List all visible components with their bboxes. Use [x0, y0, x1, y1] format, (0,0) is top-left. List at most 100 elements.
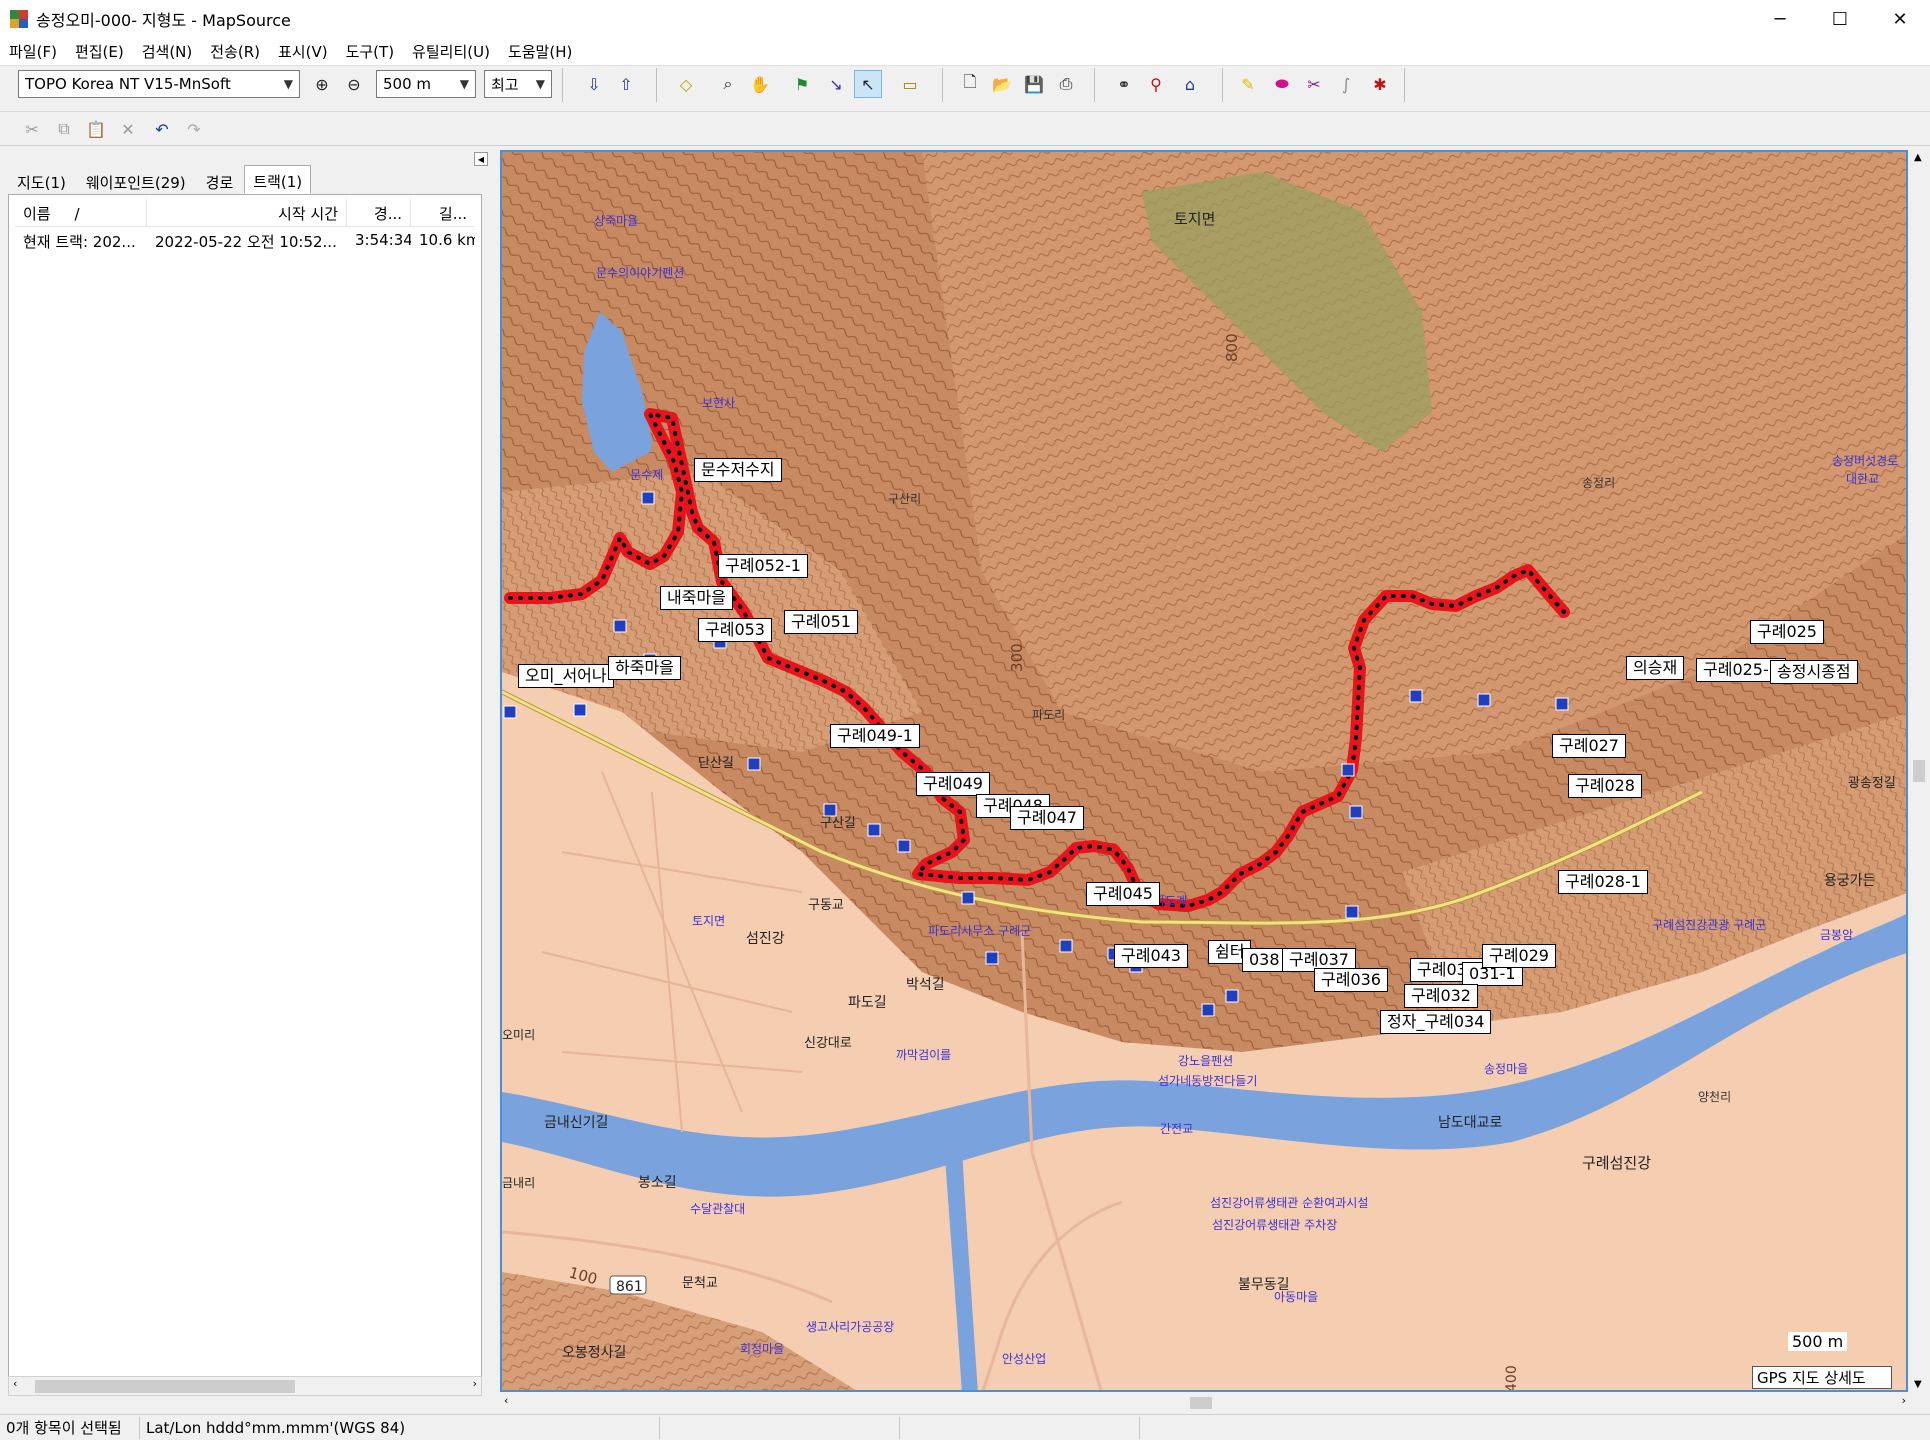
waypoint-label[interactable]: 구례049-1: [830, 724, 920, 748]
scroll-up-icon[interactable]: ▲: [1914, 152, 1922, 163]
waypoint-label[interactable]: 구례027: [1552, 734, 1626, 758]
menu-search[interactable]: 검색(N): [133, 41, 202, 62]
save-disk-icon[interactable]: 💾: [1020, 70, 1048, 98]
tab-maps[interactable]: 지도(1): [8, 168, 75, 194]
waypoint-label[interactable]: 구례043: [1114, 944, 1188, 968]
waypoint-label[interactable]: 구례029: [1482, 944, 1556, 968]
distance-ruler-icon[interactable]: ▭: [896, 70, 924, 98]
place-label: 강노을펜션: [1178, 1054, 1234, 1068]
waypoint-label[interactable]: 구례032: [1404, 984, 1478, 1008]
waypoint-label[interactable]: 구례051: [784, 610, 858, 634]
scroll-right-icon[interactable]: ›: [473, 1377, 477, 1390]
map-detail-label: GPS 지도 상세도: [1752, 1366, 1892, 1389]
cut-icon[interactable]: ✂: [18, 115, 46, 143]
maximize-button[interactable]: ☐: [1810, 0, 1870, 38]
chevron-down-icon: ▼: [283, 77, 293, 91]
place-label: 섬가네동방전다들기: [1158, 1074, 1258, 1088]
waypoint-label[interactable]: 의승재: [1626, 656, 1685, 680]
divide-track-icon[interactable]: ✂: [1300, 70, 1328, 98]
route-tool-icon[interactable]: ↘: [822, 70, 850, 98]
column-start-time[interactable]: 시작 시간: [147, 199, 347, 226]
menu-file[interactable]: 파일(F): [0, 41, 66, 62]
menu-tools[interactable]: 도구(T): [337, 41, 403, 62]
scroll-thumb[interactable]: [35, 1380, 295, 1393]
open-folder-icon[interactable]: 📂: [988, 70, 1016, 98]
send-to-device-icon[interactable]: ⇧: [612, 70, 640, 98]
zoom-out-icon[interactable]: ⊖: [340, 70, 368, 98]
waypoint-label[interactable]: 정자_구례034: [1380, 1010, 1492, 1034]
place-label: 금내신기길: [544, 1115, 609, 1131]
map-select-tool-icon[interactable]: ◇: [672, 70, 700, 98]
paste-icon[interactable]: 📋: [82, 115, 110, 143]
place-label: 구례섬진강관광 구례군: [1652, 918, 1767, 932]
waypoint-label[interactable]: 구례036: [1314, 968, 1388, 992]
map-horizontal-scrollbar[interactable]: ‹ ›: [500, 1394, 1910, 1412]
column-name[interactable]: 이름 /: [15, 199, 147, 226]
eraser-icon[interactable]: ⬬: [1268, 70, 1296, 98]
zoom-scale-select[interactable]: 500 m ▼: [376, 70, 476, 98]
scroll-thumb[interactable]: [1913, 760, 1925, 782]
find-address-icon[interactable]: ⌂: [1176, 70, 1204, 98]
copy-icon[interactable]: ⧉: [50, 115, 78, 143]
waypoint-label[interactable]: 내죽마을: [660, 586, 733, 610]
menu-view[interactable]: 표시(V): [269, 41, 337, 62]
waypoint-label[interactable]: 문수저수지: [694, 458, 782, 482]
waypoint-label[interactable]: 구례045: [1086, 882, 1160, 906]
redo-icon[interactable]: ↷: [180, 115, 208, 143]
find-binoculars-icon[interactable]: ⚭: [1110, 70, 1138, 98]
join-track-icon[interactable]: ∫: [1332, 70, 1360, 98]
minimize-button[interactable]: ─: [1750, 0, 1810, 38]
scroll-left-icon[interactable]: ‹: [13, 1377, 17, 1390]
waypoint-label[interactable]: 구례028-1: [1558, 870, 1648, 894]
column-length[interactable]: 길...: [411, 199, 475, 226]
tab-tracks[interactable]: 트랙(1): [244, 165, 312, 194]
place-label: 오봉정사길: [562, 1345, 627, 1361]
track-draw-icon[interactable]: ✎: [1234, 70, 1262, 98]
waypoint-label[interactable]: 구례047: [1010, 806, 1084, 830]
close-button[interactable]: ✕: [1870, 0, 1930, 38]
waypoint-label[interactable]: 하죽마을: [608, 656, 681, 680]
waypoint-label[interactable]: 구례052-1: [718, 554, 808, 578]
waypoint-label[interactable]: 송정시종점: [1770, 660, 1858, 684]
detail-level-select[interactable]: 최고 ▼: [484, 70, 552, 98]
pan-hand-icon[interactable]: ✋: [746, 70, 774, 98]
map-product-select[interactable]: TOPO Korea NT V15-MnSoft ▼: [18, 70, 300, 98]
receive-from-device-icon[interactable]: ⇩: [580, 70, 608, 98]
tab-routes[interactable]: 경로: [197, 168, 243, 194]
menu-help[interactable]: 도움말(H): [499, 41, 581, 62]
collapse-panel-button[interactable]: ◀: [474, 152, 488, 166]
waypoint-label[interactable]: 구례053: [698, 618, 772, 642]
track-tool-icon[interactable]: ✱: [1366, 70, 1394, 98]
edit-toolbar: [0, 112, 1930, 146]
tab-waypoints[interactable]: 웨이포인트(29): [77, 168, 195, 194]
zoom-in-icon[interactable]: ⊕: [308, 70, 336, 98]
selection-arrow-icon[interactable]: ↖: [854, 70, 882, 98]
waypoint-label[interactable]: 구례028: [1568, 774, 1642, 798]
find-near-icon[interactable]: ⚲: [1142, 70, 1170, 98]
zoom-tool-icon[interactable]: ⌕: [714, 70, 742, 98]
track-row[interactable]: 현재 트랙: 202... 2022-05-22 오전 10:52... 3:5…: [15, 229, 475, 253]
waypoint-label[interactable]: 구례049: [916, 772, 990, 796]
undo-icon[interactable]: ↶: [148, 115, 176, 143]
selection-status: 0개 항목이 선택됨: [0, 1416, 140, 1439]
coordinate-format: Lat/Lon hddd°mm.mmm'(WGS 84): [140, 1416, 660, 1439]
waypoint-label[interactable]: 오미_서어나: [518, 664, 614, 688]
waypoint-label[interactable]: 구례025: [1750, 620, 1824, 644]
waypoint-label[interactable]: 038: [1242, 948, 1287, 972]
waypoint-flag-icon[interactable]: ⚑: [788, 70, 816, 98]
print-icon[interactable]: ⎙: [1052, 70, 1080, 98]
scroll-left-icon[interactable]: ‹: [504, 1394, 508, 1407]
scroll-thumb[interactable]: [1190, 1397, 1212, 1409]
scroll-right-icon[interactable]: ›: [1902, 1394, 1906, 1407]
new-document-icon[interactable]: 🗋: [956, 70, 984, 98]
menu-transfer[interactable]: 전송(R): [201, 41, 269, 62]
menu-utilities[interactable]: 유틸리티(U): [403, 41, 499, 62]
map-view[interactable]: 800 300 100 861 400 상죽마을 문수의이야기펜션 보현사 문수…: [500, 150, 1908, 1392]
list-horizontal-scrollbar[interactable]: ‹ ›: [8, 1376, 482, 1396]
menu-edit[interactable]: 편집(E): [66, 41, 133, 62]
place-label: 토지면: [1174, 210, 1216, 228]
column-duration[interactable]: 경...: [347, 199, 411, 226]
map-vertical-scrollbar[interactable]: ▲ ▼: [1910, 150, 1928, 1392]
scroll-down-icon[interactable]: ▼: [1914, 1379, 1922, 1390]
delete-icon[interactable]: ✕: [114, 115, 142, 143]
